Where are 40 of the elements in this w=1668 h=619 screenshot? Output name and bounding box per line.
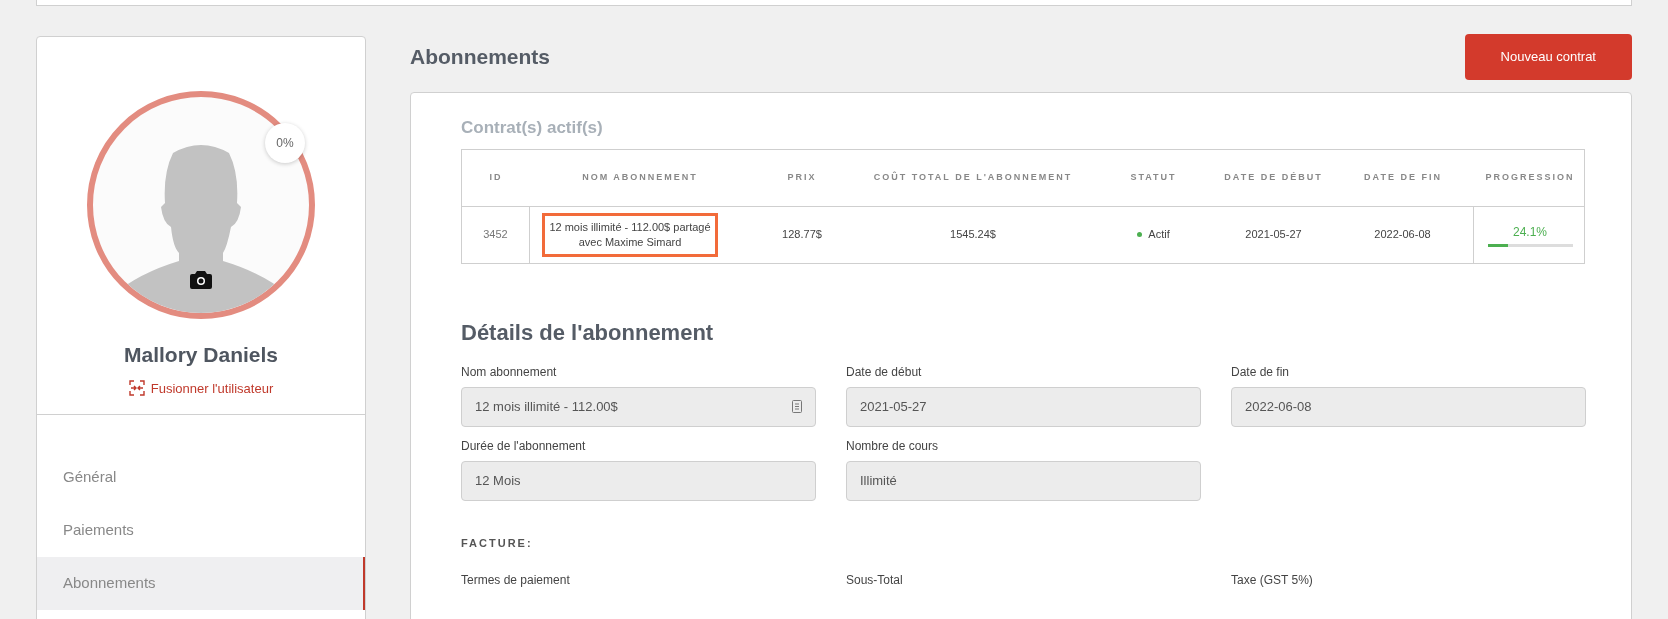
table-cell-text: 2021-05-27: [1244, 227, 1303, 243]
field-label: Taxe (GST 5%): [1231, 572, 1314, 589]
input-field[interactable]: 12 Mois: [461, 460, 816, 501]
progress-percent: 24.1%: [1513, 223, 1547, 241]
field-label: Durée de l'abonnement: [461, 437, 587, 455]
new-contract-button[interactable]: Nouveau contrat: [1464, 34, 1632, 80]
input-field[interactable]: 12 mois illimité - 112.00$: [461, 386, 816, 427]
column-header: ID: [488, 170, 504, 184]
field-label: Nombre de cours: [846, 437, 940, 455]
section-title: Contrat(s) actif(s): [461, 117, 604, 139]
field-label: Termes de paiement: [461, 572, 571, 589]
column-header: PROGRESSION: [1484, 170, 1576, 184]
input-field[interactable]: Illimité: [846, 460, 1201, 501]
field-label: Nom abonnement: [461, 363, 558, 381]
field-label: Date de fin: [1231, 363, 1291, 381]
table-cell-text: 1545.24$: [949, 227, 997, 243]
column-header: COÛT TOTAL DE L'ABONNEMENT: [872, 170, 1074, 184]
list-icon: [792, 400, 802, 413]
column-header: PRIX: [786, 170, 818, 184]
user-name: Mallory Daniels: [123, 342, 279, 368]
details-title: Détails de l'abonnement: [461, 318, 715, 347]
status-text: Actif: [1148, 227, 1170, 243]
input-field[interactable]: 2021-05-27: [846, 386, 1201, 427]
merge-icon: [128, 380, 145, 397]
page-title: Abonnements: [410, 44, 550, 71]
sidebar-item[interactable]: Général: [37, 451, 365, 504]
table-cell-text: 128.77$: [781, 227, 823, 243]
column-header: DATE DE DÉBUT: [1223, 170, 1324, 184]
column-header: DATE DE FIN: [1363, 170, 1443, 184]
invoice-title: FACTURE:: [461, 535, 534, 551]
field-label: Date de début: [846, 363, 923, 381]
merge-user-link[interactable]: Fusionner l'utilisateur: [128, 378, 274, 398]
field-label: Sous-Total: [846, 572, 904, 589]
subscription-name-cell: 12 mois illimité - 112.00$ partagé avec Maxime Simard: [542, 212, 718, 257]
column-header: NOM ABONNEMENT: [581, 170, 699, 184]
sidebar-item[interactable]: Paiements: [37, 504, 365, 557]
input-field[interactable]: 2022-06-08: [1231, 386, 1586, 427]
column-header: STATUT: [1129, 170, 1178, 184]
table-cell: 2022-06-08: [1332, 206, 1474, 263]
table-cell: 3452: [462, 206, 530, 263]
